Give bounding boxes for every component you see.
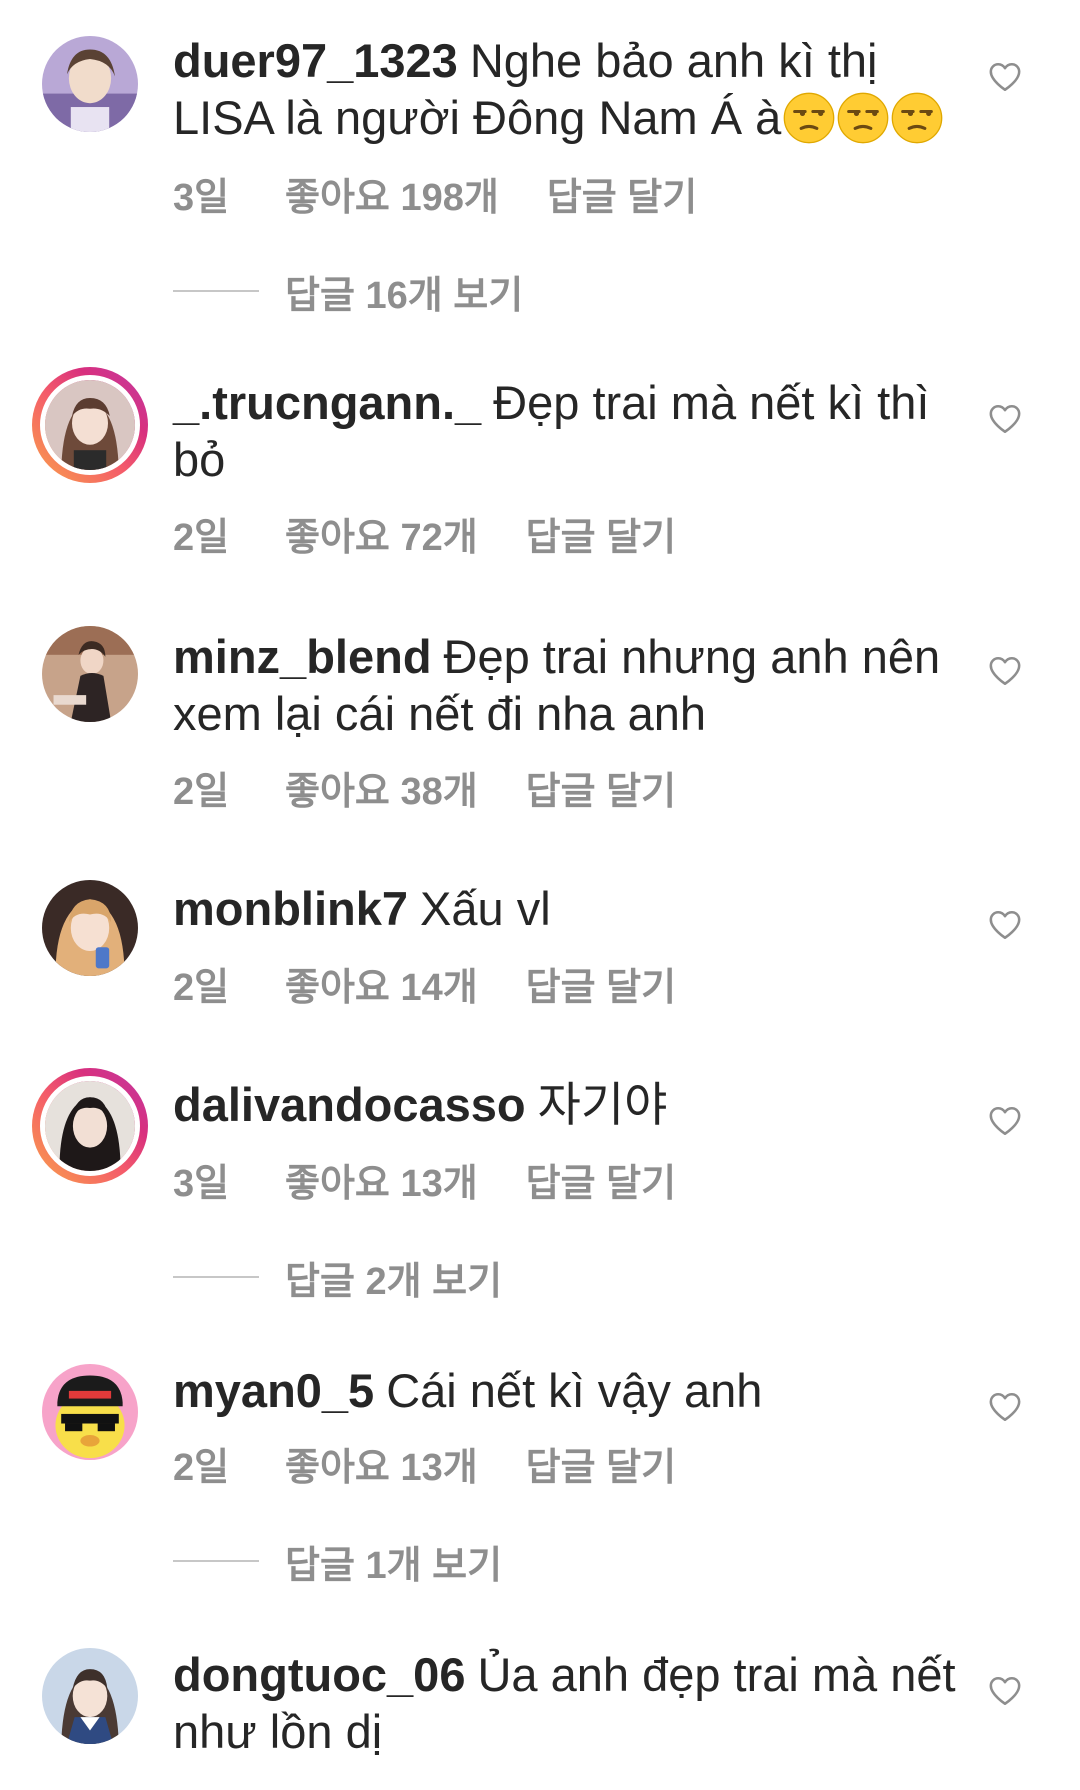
heart-outline-icon[interactable] [988,1390,1022,1424]
reply-button[interactable]: 답글 달기 [547,166,697,221]
comment-time: 2일 [173,1447,230,1489]
reply-button[interactable]: 답글 달기 [526,760,676,815]
view-replies-label: 답글 2개 보기 [285,1260,503,1303]
username[interactable]: myan0_5 [173,1364,374,1417]
avatar-image [42,1364,138,1460]
view-replies-button[interactable]: 답글 16개 보기 [173,266,524,317]
comment-body: Cái nết kì vậy anh [386,1364,763,1417]
replies-divider [173,1276,259,1278]
avatar-image [42,626,138,722]
comment-text: minz_blend Đẹp trai nhưng anh nên xem lại… [173,628,963,742]
comment-text: dalivandocasso 자기야 [173,1076,963,1133]
view-replies-button[interactable]: 답글 1개 보기 [173,1536,503,1587]
comment-time: 3일 [173,1163,230,1205]
unamused-face-emoji [837,92,889,144]
comment-meta: 2일 좋아요 38개 답글 달기 [173,760,676,815]
reply-button[interactable]: 답글 달기 [526,1152,676,1207]
comment-body: Xấu vl [420,882,551,935]
username[interactable]: _.trucngann._ [173,376,481,429]
view-replies-button[interactable]: 답글 2개 보기 [173,1252,503,1303]
comment-text: duer97_1323 Nghe bảo anh kì thị LISA là n… [173,32,963,146]
replies-divider [173,290,259,292]
unamused-face-emoji [783,92,835,144]
reply-button[interactable]: 답글 달기 [526,956,676,1011]
like-count[interactable]: 좋아요 198개 [285,166,499,221]
replies-divider [173,1560,259,1562]
comment-meta: 3일 좋아요 13개 답글 달기 [173,1152,676,1207]
like-count[interactable]: 좋아요 13개 [285,1152,478,1207]
heart-outline-icon[interactable] [988,1104,1022,1138]
heart-outline-icon[interactable] [988,654,1022,688]
heart-outline-icon[interactable] [988,1674,1022,1708]
avatar[interactable] [32,367,148,483]
comment-time: 2일 [173,771,230,813]
avatar-image [42,880,138,976]
like-count[interactable]: 좋아요 72개 [285,506,478,561]
comment-body: 자기야 [537,1078,668,1131]
like-count[interactable]: 좋아요 14개 [285,956,478,1011]
username[interactable]: duer97_1323 [173,34,458,87]
comment-text: dongtuoc_06 Ủa anh đẹp trai mà nết như lồ… [173,1646,963,1760]
reply-button[interactable]: 답글 달기 [526,506,676,561]
avatar[interactable] [38,32,142,136]
username[interactable]: minz_blend [173,630,432,683]
reply-button[interactable]: 답글 달기 [526,1436,676,1491]
comment-text: _.trucngann._ Đẹp trai mà nết kì thì bỏ [173,374,963,488]
avatar-image [42,1648,138,1744]
comment-meta: 2일 좋아요 14개 답글 달기 [173,956,676,1011]
avatar[interactable] [38,1360,142,1464]
heart-outline-icon[interactable] [988,402,1022,436]
view-replies-label: 답글 1개 보기 [285,1544,503,1587]
heart-outline-icon[interactable] [988,60,1022,94]
avatar[interactable] [32,1068,148,1184]
unamused-face-emoji [891,92,943,144]
avatar[interactable] [38,622,142,726]
username[interactable]: dongtuoc_06 [173,1648,465,1701]
comment-text: myan0_5 Cái nết kì vậy anh [173,1362,963,1419]
comment-meta: 2일 좋아요 13개 답글 달기 [173,1436,676,1491]
heart-outline-icon[interactable] [988,908,1022,942]
view-replies-label: 답글 16개 보기 [285,274,524,317]
avatar-image [40,1076,140,1176]
comment-meta: 3일 좋아요 198개 답글 달기 [173,166,697,221]
comment-time: 2일 [173,967,230,1009]
comment-time: 3일 [173,177,230,219]
comment-time: 2일 [173,517,230,559]
avatar[interactable] [38,1644,142,1748]
avatar-image [42,36,138,132]
username[interactable]: dalivandocasso [173,1078,526,1131]
like-count[interactable]: 좋아요 13개 [285,1436,478,1491]
like-count[interactable]: 좋아요 38개 [285,760,478,815]
comment-text: monblink7 Xấu vl [173,880,963,937]
avatar[interactable] [38,876,142,980]
avatar-image [40,375,140,475]
comment-meta: 2일 좋아요 72개 답글 달기 [173,506,676,561]
username[interactable]: monblink7 [173,882,408,935]
